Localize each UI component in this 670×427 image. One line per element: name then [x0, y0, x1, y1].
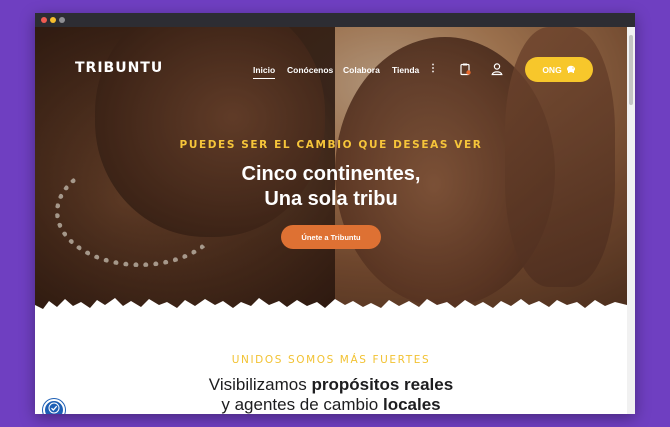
- hero-section: TRIBUNTU Inicio Conócenos Colabora Tiend…: [35, 27, 627, 317]
- hero-headline-line2: Una sola tribu: [264, 188, 398, 210]
- browser-window: TRIBUNTU Inicio Conócenos Colabora Tiend…: [35, 13, 635, 414]
- site-logo[interactable]: TRIBUNTU: [75, 60, 163, 76]
- vertical-scrollbar[interactable]: [627, 27, 635, 414]
- zoom-dot-icon[interactable]: [59, 17, 65, 23]
- clipboard-cart-icon[interactable]: [458, 62, 472, 76]
- nav-item-inicio[interactable]: Inicio: [253, 65, 276, 79]
- page-viewport: TRIBUNTU Inicio Conócenos Colabora Tiend…: [35, 27, 627, 414]
- accessibility-button[interactable]: [43, 399, 65, 414]
- hero-tagline: PUEDES SER EL CAMBIO QUE DESEAS VER: [179, 139, 483, 151]
- top-navigation: TRIBUNTU Inicio Conócenos Colabora Tiend…: [35, 27, 627, 83]
- window-titlebar: [35, 13, 635, 27]
- section-text-line1-bold: propósitos reales: [311, 375, 454, 394]
- torn-paper-edge: [35, 298, 627, 323]
- ong-button-label: ONG: [542, 64, 562, 75]
- section-text-line1: Visibilizamos propósitos reales: [35, 375, 627, 395]
- section-text-line2: y agentes de cambio locales: [35, 395, 627, 414]
- hero-headline-line1: Cinco continentes,: [241, 163, 421, 185]
- piggy-bank-icon: [566, 64, 576, 75]
- nav-item-tienda[interactable]: Tienda: [392, 65, 419, 75]
- join-tribuntu-button[interactable]: Únete a Tribuntu: [281, 225, 381, 249]
- more-menu-icon[interactable]: ⋮: [428, 63, 438, 74]
- close-dot-icon[interactable]: [41, 17, 47, 23]
- accessibility-icon: [48, 401, 60, 414]
- hero-headline: Cinco continentes, Una sola tribu: [35, 162, 627, 212]
- section-text-line2-plain: y agentes de cambio: [221, 395, 383, 414]
- section-text: Visibilizamos propósitos reales y agente…: [35, 375, 627, 414]
- section-text-line2-bold: locales: [382, 395, 441, 414]
- user-icon[interactable]: [490, 62, 504, 76]
- scrollbar-thumb[interactable]: [629, 35, 633, 105]
- section-text-line1-plain: Visibilizamos: [208, 375, 312, 394]
- minimize-dot-icon[interactable]: [50, 17, 56, 23]
- nav-item-colabora[interactable]: Colabora: [343, 65, 380, 75]
- ong-button[interactable]: ONG: [525, 57, 593, 82]
- section-title: UNIDOS SOMOS MÁS FUERTES: [231, 354, 431, 366]
- nav-item-conocenos[interactable]: Conócenos: [287, 65, 333, 75]
